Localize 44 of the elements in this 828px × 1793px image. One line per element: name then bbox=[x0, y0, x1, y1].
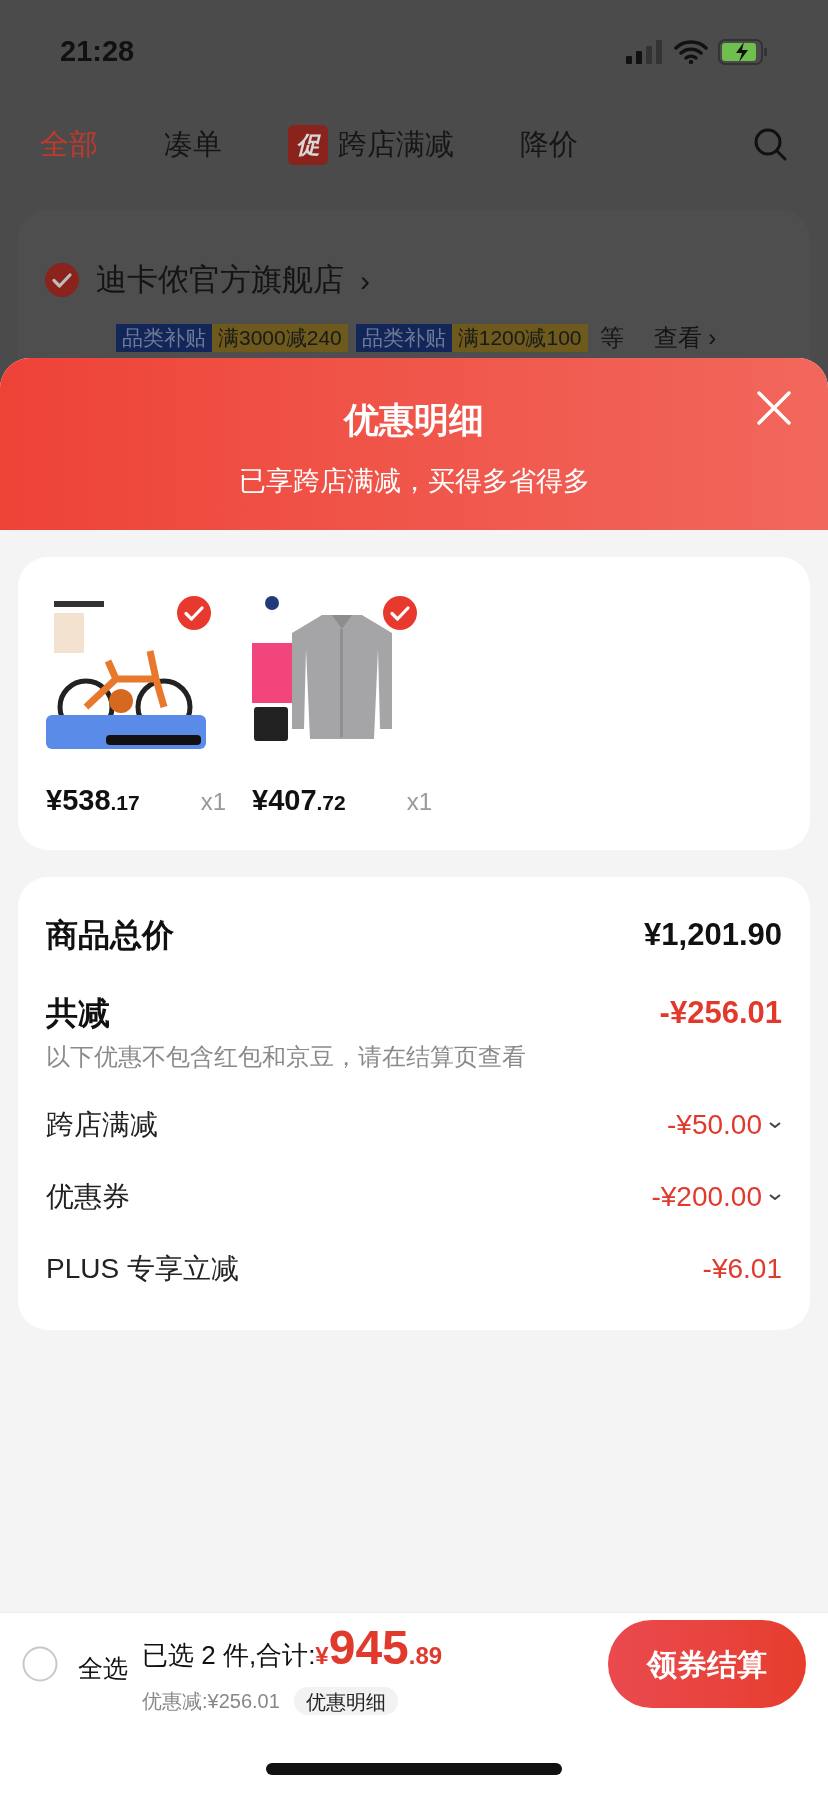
product-price: ¥538.17 bbox=[46, 783, 140, 818]
discount-item-label: 跨店满减 bbox=[46, 1108, 158, 1142]
battery-charging-icon bbox=[718, 39, 768, 65]
tag-value: 满1200减100 bbox=[451, 324, 588, 352]
discount-value: -¥256.01 bbox=[659, 993, 782, 1032]
sheet-subtitle: 已享跨店满减，买得多省得多 bbox=[238, 464, 590, 498]
tag-label: 品类补贴 bbox=[355, 324, 452, 352]
tab[interactable]: 全部 bbox=[40, 123, 98, 167]
discount-item-label: PLUS 专享立减 bbox=[46, 1252, 239, 1286]
selected-summary: 已选 2 件,合计: bbox=[142, 1639, 316, 1672]
discount-item-value: -¥6.01 bbox=[702, 1252, 782, 1286]
total-label: 商品总价 bbox=[46, 916, 174, 955]
chevron-down-icon[interactable] bbox=[768, 1192, 782, 1202]
checked-icon[interactable] bbox=[44, 262, 80, 298]
product-price: ¥407.72 bbox=[252, 783, 346, 818]
discount-item-value: -¥50.00 bbox=[667, 1108, 762, 1142]
close-icon[interactable] bbox=[756, 390, 792, 426]
status-time: 21:28 bbox=[60, 34, 135, 70]
tag-label: 品类补贴 bbox=[116, 324, 212, 352]
discount-note: 以下优惠不包含红包和京豆，请在结算页查看 bbox=[46, 1042, 527, 1072]
signal-icon bbox=[626, 40, 664, 64]
discount-detail-button[interactable]: 优惠明细 bbox=[293, 1687, 398, 1715]
store-name[interactable]: 迪卡侬官方旗舰店 bbox=[96, 256, 344, 304]
view-link[interactable]: 查看 › bbox=[653, 320, 717, 356]
select-all-label[interactable]: 全选 bbox=[78, 1650, 128, 1688]
chevron-down-icon[interactable] bbox=[768, 1120, 782, 1130]
tag-value: 满3000减240 bbox=[212, 324, 348, 352]
checked-icon[interactable] bbox=[176, 595, 212, 631]
promo-badge: 促 bbox=[288, 125, 328, 165]
discount-item-label: 优惠券 bbox=[46, 1180, 130, 1214]
product-quantity: x1 bbox=[200, 787, 226, 817]
product-quantity: x1 bbox=[406, 787, 432, 817]
unchecked-circle-icon[interactable] bbox=[22, 1646, 58, 1682]
checked-icon[interactable] bbox=[382, 595, 418, 631]
discount-label: 共减 bbox=[46, 994, 110, 1033]
total-price: ¥945.89 bbox=[315, 1620, 443, 1676]
checkout-button[interactable]: 领券结算 bbox=[608, 1620, 806, 1708]
store-chevron[interactable]: › bbox=[360, 257, 370, 303]
wifi-icon bbox=[674, 40, 708, 64]
sheet-title: 优惠明细 bbox=[344, 399, 484, 441]
total-value: ¥1,201.90 bbox=[644, 915, 782, 954]
saving-text: 优惠减:¥256.01 bbox=[142, 1689, 280, 1714]
more-text: 等 bbox=[599, 323, 624, 353]
discount-item-value: -¥200.00 bbox=[651, 1180, 762, 1214]
